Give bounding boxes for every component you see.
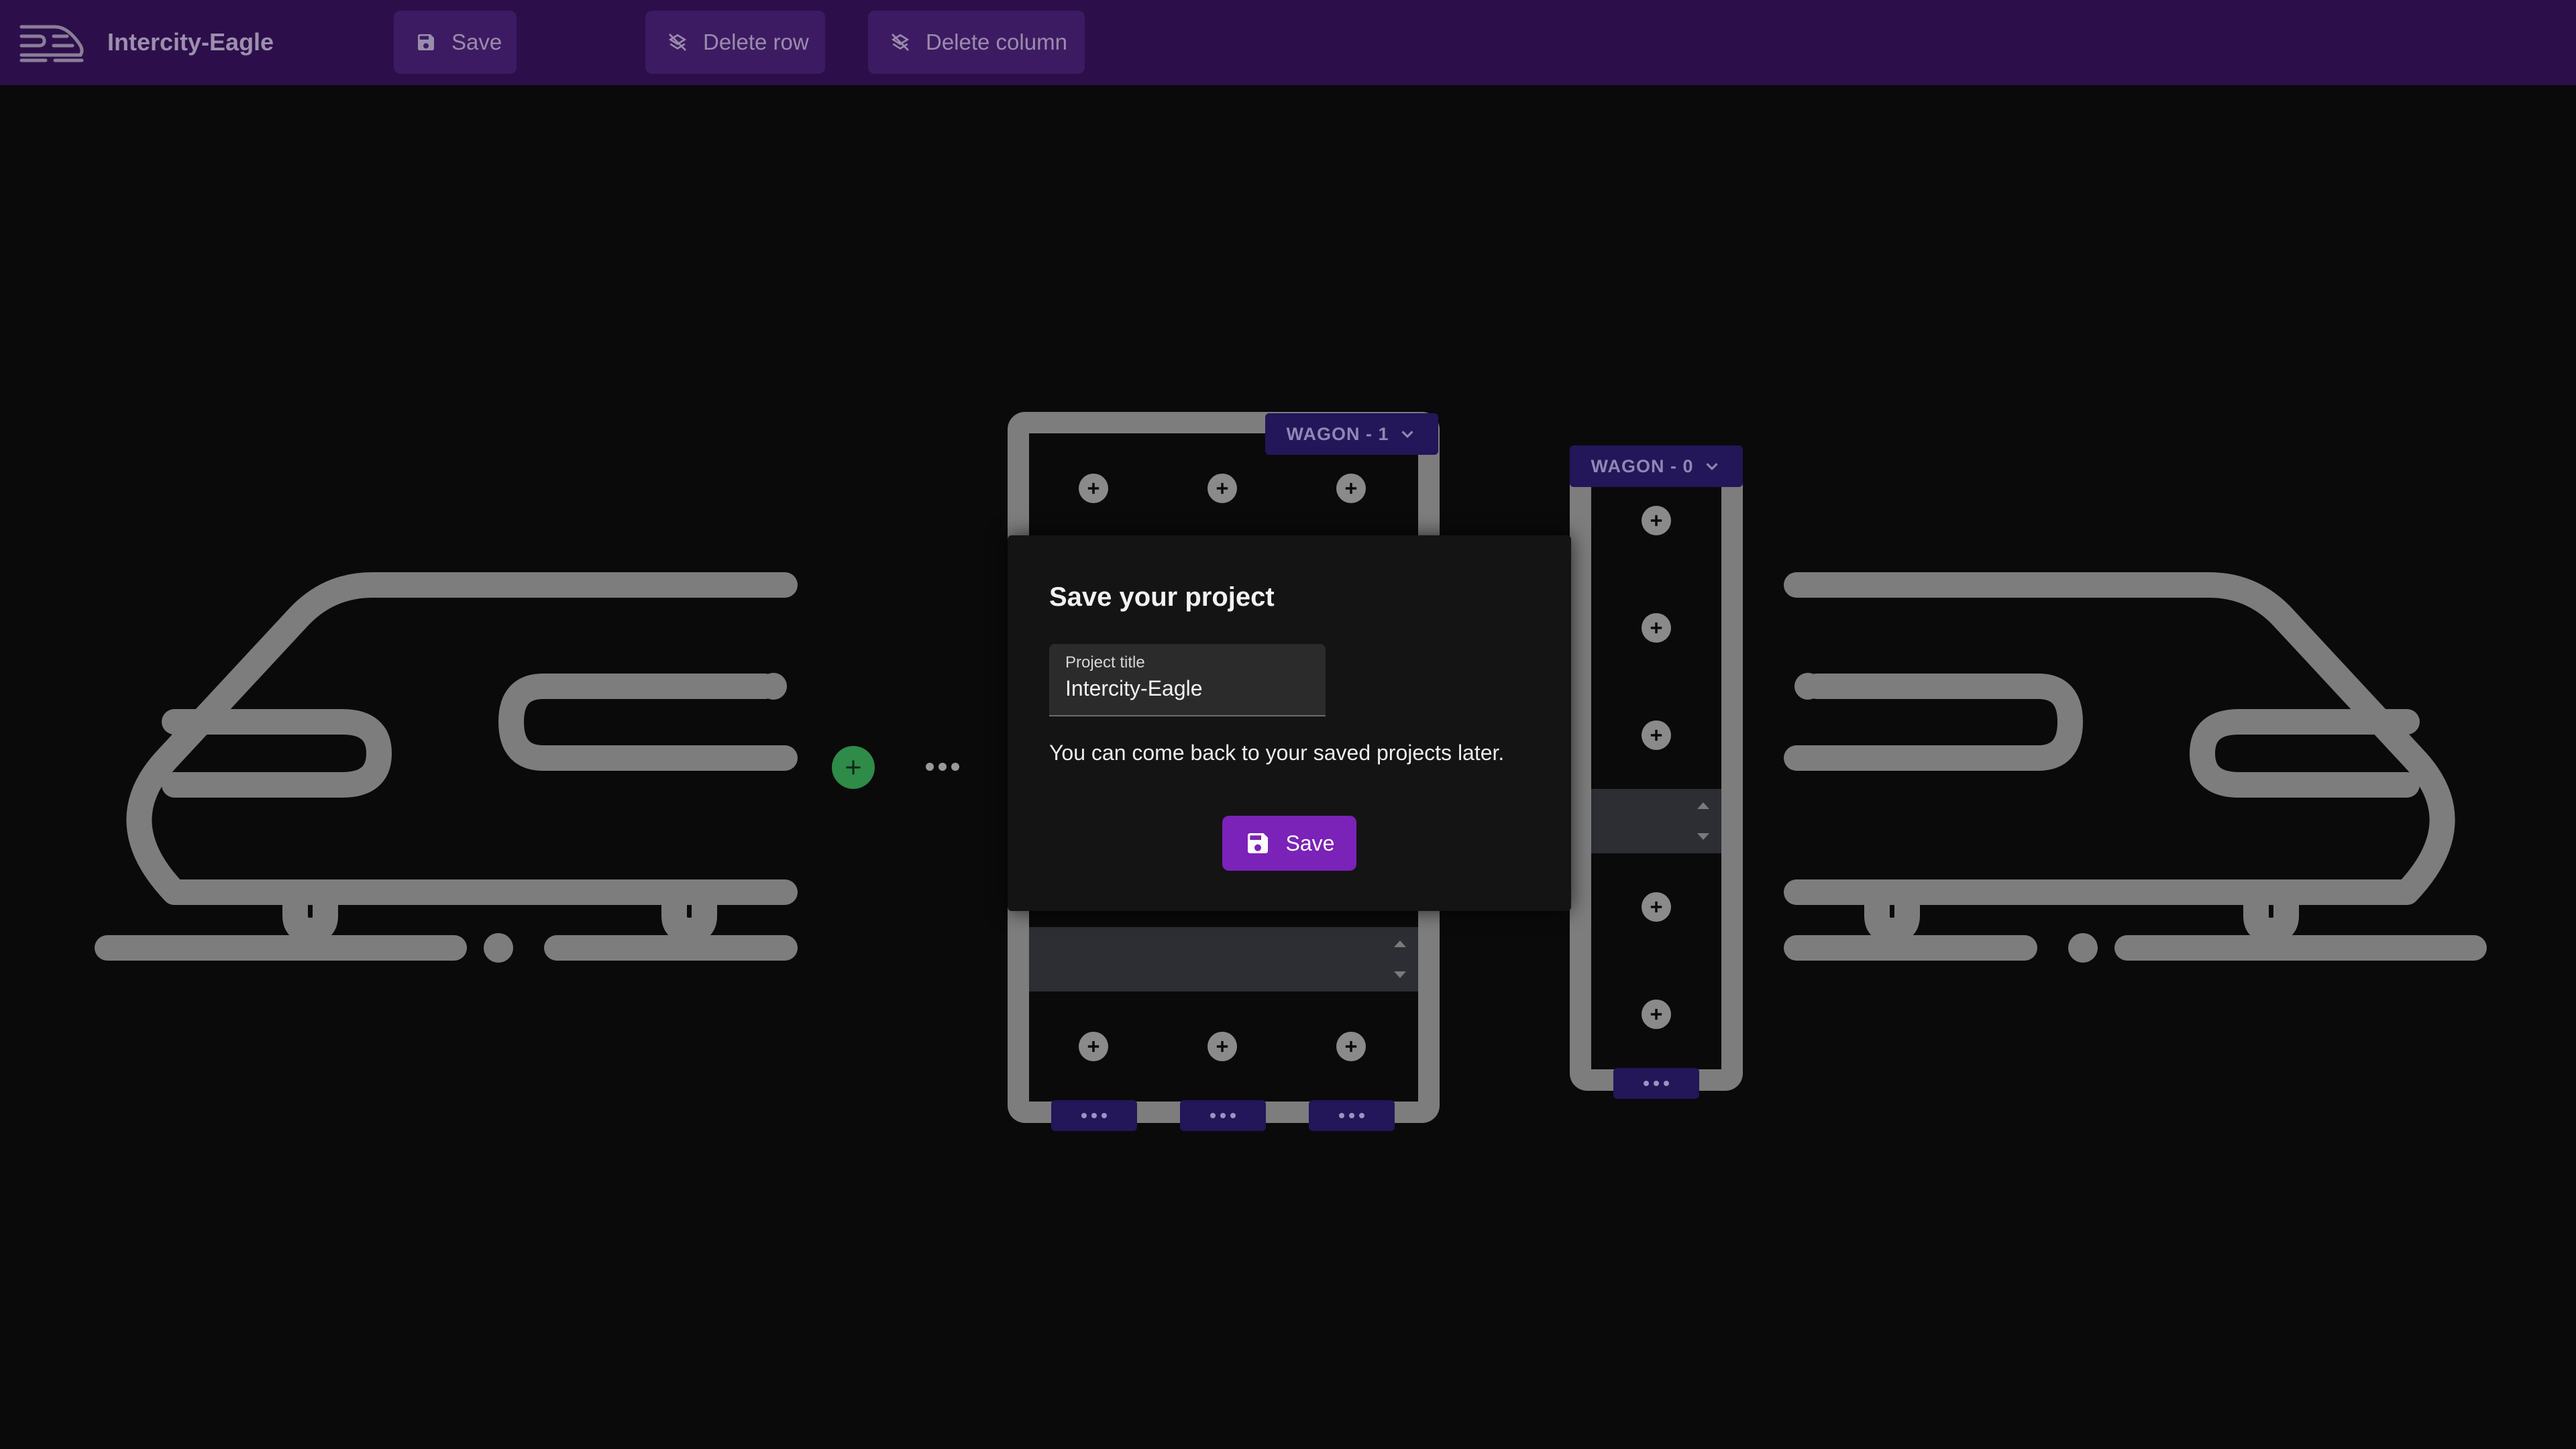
wagon-0-menu[interactable]: WAGON - 0 [1570, 445, 1743, 487]
train-more-button[interactable] [926, 757, 959, 777]
project-title-input[interactable] [1065, 676, 1307, 701]
locomotive-left-icon [95, 572, 798, 963]
stepper-up-icon[interactable] [1394, 941, 1406, 947]
chevron-down-icon [1401, 431, 1413, 438]
train-logo-icon [19, 25, 84, 62]
add-seat-button[interactable] [1642, 892, 1671, 922]
add-seat-button[interactable] [1336, 1032, 1366, 1061]
add-seat-button[interactable] [1208, 1032, 1237, 1061]
add-seat-button[interactable] [1642, 506, 1671, 535]
app-title: Intercity-Eagle [107, 28, 274, 56]
add-seat-button[interactable] [1079, 474, 1108, 503]
plus-icon [846, 760, 861, 775]
plus-icon [1216, 1040, 1228, 1053]
delete-column-button[interactable]: Delete column [868, 11, 1085, 74]
save-button[interactable]: Save [394, 11, 517, 74]
wagon-1-menu[interactable]: WAGON - 1 [1265, 413, 1438, 455]
save-button-label: Save [451, 30, 502, 54]
layers-off-icon [891, 34, 910, 51]
delete-row-button[interactable]: Delete row [645, 11, 825, 74]
dialog-save-label: Save [1285, 830, 1335, 855]
save-project-dialog: Save your project Project title You can … [1008, 535, 1571, 911]
delete-column-label: Delete column [926, 30, 1067, 54]
column-menu-button[interactable] [1051, 1100, 1137, 1131]
stepper-down-icon[interactable] [1697, 833, 1709, 840]
top-bar: Intercity-Eagle Save Delete row Delete c… [0, 0, 2576, 85]
project-title-field[interactable]: Project title [1049, 644, 1326, 716]
row-stepper[interactable] [1029, 927, 1418, 991]
wagon-1-label: WAGON - 1 [1286, 423, 1389, 444]
row-stepper[interactable] [1591, 789, 1721, 853]
add-seat-button[interactable] [1208, 474, 1237, 503]
project-title-label: Project title [1065, 653, 1145, 672]
stepper-down-icon[interactable] [1394, 971, 1406, 978]
plus-icon [1087, 482, 1099, 494]
plus-icon [1650, 1008, 1662, 1020]
delete-row-label: Delete row [703, 30, 809, 54]
wagon-0-label: WAGON - 0 [1591, 455, 1694, 476]
add-seat-button[interactable] [1642, 720, 1671, 750]
wagon-0 [1570, 445, 1743, 1091]
add-seat-button[interactable] [1642, 1000, 1671, 1029]
column-menu-button[interactable] [1613, 1068, 1699, 1099]
layers-off-icon [668, 34, 687, 51]
plus-icon [1345, 1040, 1357, 1053]
plus-icon [1650, 901, 1662, 913]
dialog-message: You can come back to your saved projects… [1049, 741, 1505, 765]
plus-icon [1216, 482, 1228, 494]
add-seat-button[interactable] [1642, 613, 1671, 643]
add-wagon-button[interactable] [832, 746, 875, 789]
stepper-up-icon[interactable] [1697, 802, 1709, 809]
save-icon [418, 34, 434, 50]
dialog-save-button[interactable]: Save [1222, 816, 1356, 871]
column-menu-button[interactable] [1180, 1100, 1266, 1131]
save-icon [1247, 833, 1268, 853]
add-seat-button[interactable] [1079, 1032, 1108, 1061]
locomotive-right-icon [1784, 572, 2487, 963]
plus-icon [1087, 1040, 1099, 1053]
add-seat-button[interactable] [1336, 474, 1366, 503]
chevron-down-icon [1705, 463, 1718, 470]
column-menu-button[interactable] [1309, 1100, 1395, 1131]
plus-icon [1345, 482, 1357, 494]
dialog-title: Save your project [1049, 582, 1275, 612]
plus-icon [1650, 729, 1662, 741]
plus-icon [1650, 622, 1662, 634]
plus-icon [1650, 515, 1662, 527]
